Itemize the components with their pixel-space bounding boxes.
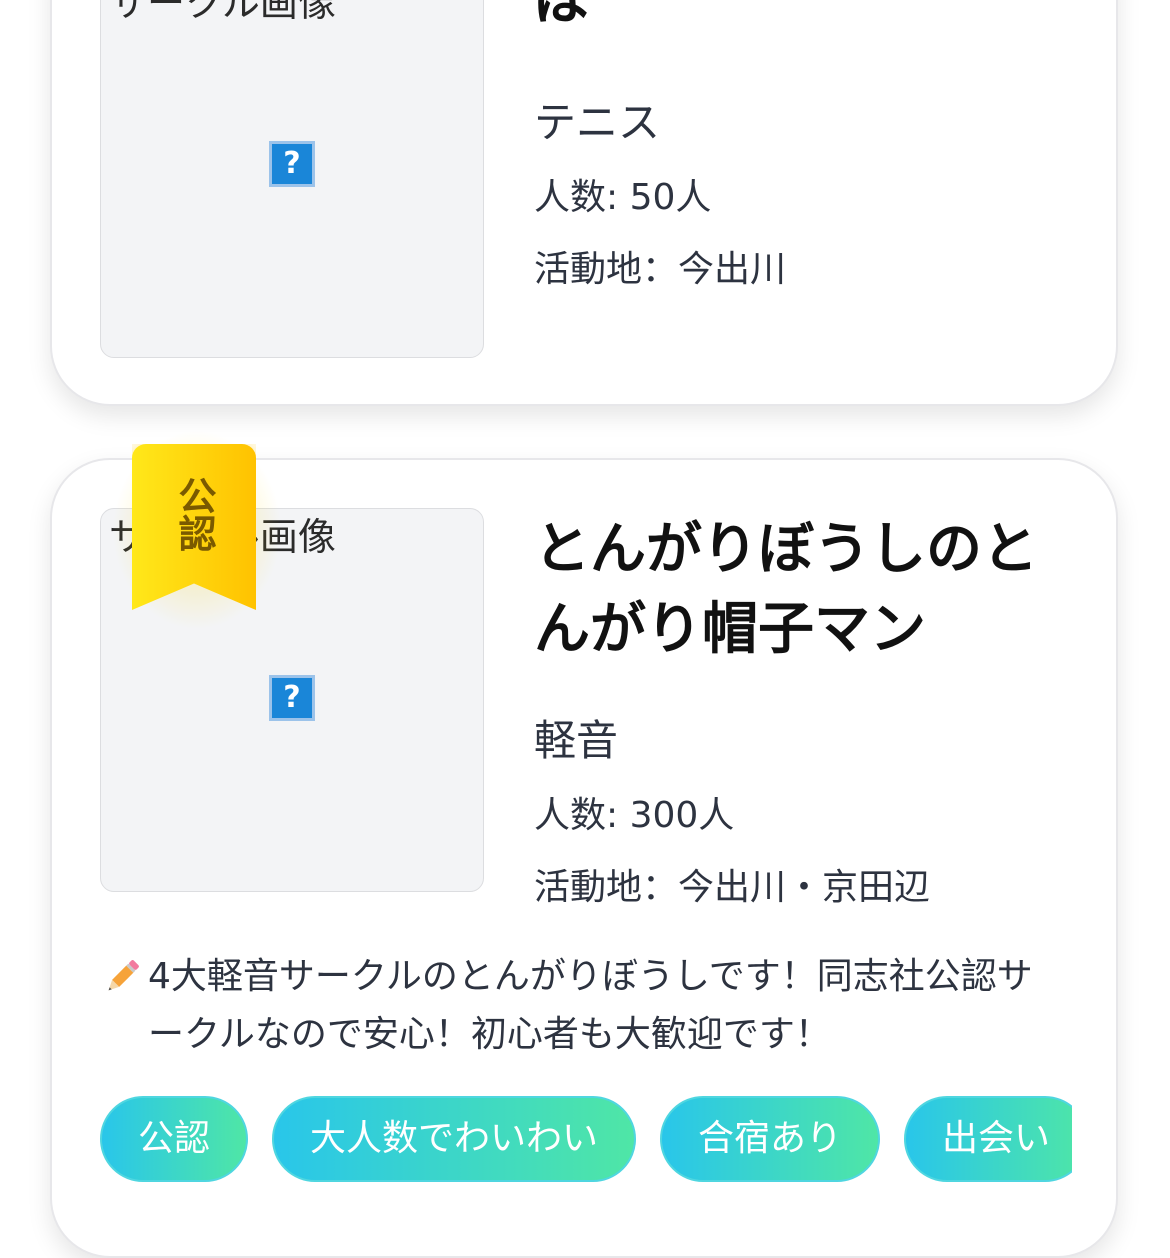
- description-text: 4大軽音サークルのとんがりぼうしです！同志社公認サークルなので安心！初心者も大歓…: [148, 956, 1033, 1055]
- tag-chip[interactable]: 大人数でわいわい: [272, 1096, 637, 1182]
- circle-genre: テニス: [534, 98, 661, 147]
- circle-title: ぱ: [534, 0, 1074, 40]
- pencil-icon: [100, 948, 148, 1006]
- tag-chip[interactable]: 合宿あり: [660, 1096, 881, 1182]
- circle-card[interactable]: サークル画像 ? ぱ テニス 人数: 50人 活動地：今出川: [50, 0, 1118, 406]
- circle-location: 活動地：今出川・京田辺: [534, 867, 931, 908]
- circle-description: 4大軽音サークルのとんがりぼうしです！同志社公認サークルなので安心！初心者も大歓…: [100, 948, 1050, 1064]
- circle-image: サークル画像 ?: [100, 0, 484, 358]
- tag-list: 公認 大人数でわいわい 合宿あり 出会い: [100, 1096, 1072, 1186]
- image-alt-text: サークル画像: [109, 0, 336, 25]
- tag-chip[interactable]: 出会い: [904, 1096, 1072, 1182]
- broken-image-icon: ?: [269, 141, 315, 187]
- circle-genre: 軽音: [534, 716, 619, 765]
- broken-image-icon: ?: [269, 675, 315, 721]
- circle-title: とんがりぼうしのとんがり帽子マン: [534, 517, 1038, 662]
- circle-card[interactable]: サークル画像 ? 公認 とんがりぼうしのとんがり帽子マン 軽音 人数: 300人…: [50, 430, 1118, 1258]
- circle-members: 人数: 50人: [534, 177, 712, 218]
- circle-location: 活動地：今出川: [534, 249, 787, 290]
- circle-members: 人数: 300人: [534, 795, 735, 836]
- tag-chip[interactable]: 公認: [100, 1096, 249, 1182]
- official-badge-label: 公認: [172, 476, 216, 552]
